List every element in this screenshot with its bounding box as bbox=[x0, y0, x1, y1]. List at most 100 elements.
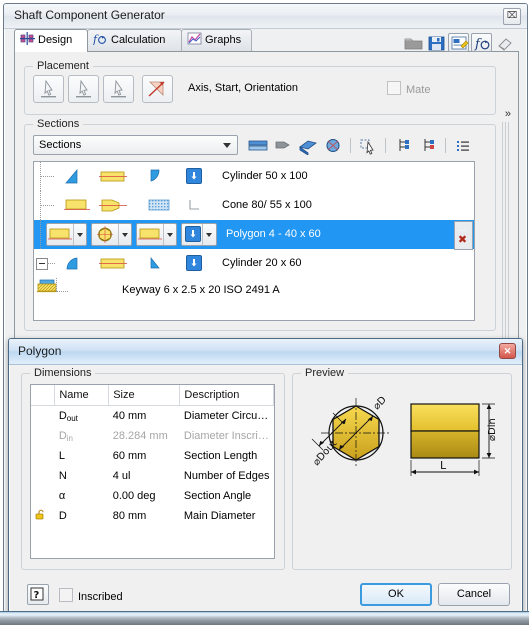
shape-body-icon bbox=[98, 255, 127, 272]
chevron-down-icon[interactable] bbox=[202, 224, 216, 245]
table-header-row: Name Size Description bbox=[31, 385, 274, 406]
tab-calculation-label: Calculation bbox=[111, 34, 166, 46]
chevron-down-icon[interactable] bbox=[118, 224, 131, 245]
sections-combo-value: Sections bbox=[39, 139, 82, 151]
table-row[interactable]: N 4 ul Number of Edges bbox=[31, 466, 274, 486]
fx-calc-icon[interactable]: f bbox=[471, 32, 492, 52]
table-row[interactable]: L 60 mm Section Length bbox=[31, 446, 274, 466]
inscribed-checkbox[interactable]: Inscribed bbox=[59, 588, 123, 603]
shape-body-icon bbox=[98, 197, 127, 214]
size-cell[interactable]: 40 mm bbox=[109, 406, 180, 427]
tree-right-icon[interactable] bbox=[417, 136, 439, 155]
size-cell[interactable]: 60 mm bbox=[109, 446, 180, 466]
section-start-editor[interactable] bbox=[46, 223, 87, 246]
unlock-icon[interactable] bbox=[35, 509, 46, 520]
chevron-down-icon[interactable] bbox=[163, 224, 176, 245]
inscribed-checkbox-box[interactable] bbox=[59, 588, 73, 602]
mate-checkbox-box[interactable] bbox=[387, 81, 401, 95]
ok-button[interactable]: OK bbox=[360, 583, 432, 606]
lock-cell[interactable] bbox=[31, 486, 55, 506]
section-direction-editor[interactable] bbox=[181, 223, 217, 246]
lock-cell[interactable] bbox=[31, 426, 55, 446]
list-icon[interactable] bbox=[452, 136, 474, 155]
list-item-selected[interactable]: Polygon 4 - 40 x 60 … ✖ bbox=[34, 220, 474, 250]
sections-combo[interactable]: Sections bbox=[33, 135, 238, 155]
open-folder-icon[interactable] bbox=[402, 33, 423, 52]
row-more-button[interactable]: … bbox=[455, 222, 470, 234]
tab-graphs[interactable]: Graphs bbox=[181, 29, 252, 51]
taskbar-strip bbox=[0, 611, 529, 625]
desc-cell: Section Angle bbox=[183, 490, 252, 502]
sections-legend: Sections bbox=[33, 118, 84, 130]
list-item-child[interactable]: Keyway 6 x 2.5 x 20 ISO 2491 A bbox=[34, 278, 474, 304]
lock-cell[interactable] bbox=[31, 466, 55, 486]
name-cell: N bbox=[55, 466, 109, 486]
eraser-icon[interactable] bbox=[494, 33, 515, 52]
lock-cell[interactable] bbox=[31, 506, 55, 526]
lock-cell[interactable] bbox=[31, 446, 55, 466]
edit-properties-icon[interactable] bbox=[448, 32, 469, 52]
shape-hatch-icon bbox=[146, 197, 174, 214]
shape-start-icon bbox=[62, 168, 90, 185]
desc-cell: Diameter Circu… bbox=[183, 410, 269, 422]
down-arrow-icon bbox=[186, 255, 202, 271]
dim-name: L bbox=[58, 449, 65, 462]
corner-mark-icon bbox=[186, 197, 202, 213]
down-arrow-icon bbox=[182, 224, 202, 245]
svg-text:⌀D: ⌀D bbox=[371, 394, 389, 412]
window-close-button[interactable]: ⌧ bbox=[503, 8, 521, 25]
desc-cell: Number of Edges bbox=[183, 470, 270, 482]
table-row[interactable]: D 80 mm Main Diameter bbox=[31, 506, 274, 526]
graph-icon bbox=[187, 32, 202, 45]
section-body-editor[interactable] bbox=[91, 223, 132, 246]
pick-icon[interactable] bbox=[357, 136, 379, 155]
dim-name: D bbox=[58, 429, 67, 442]
inscribed-label: Inscribed bbox=[78, 591, 123, 603]
insert-section-icon[interactable] bbox=[322, 136, 344, 155]
list-item[interactable]: Cone 80/ 55 x 100 bbox=[34, 191, 474, 220]
cancel-button[interactable]: Cancel bbox=[438, 583, 510, 606]
select-axis-button[interactable] bbox=[33, 75, 64, 103]
tree-line-h bbox=[47, 263, 55, 265]
insert-cylinder-icon[interactable] bbox=[247, 136, 269, 155]
table-row[interactable]: Din 28.284 mm Diameter Inscri… bbox=[31, 426, 274, 446]
fx-icon: f bbox=[92, 32, 108, 46]
insert-cone-icon[interactable] bbox=[272, 136, 294, 155]
list-item[interactable]: Cylinder 50 x 100 bbox=[34, 162, 474, 191]
tree-left-icon[interactable] bbox=[392, 136, 414, 155]
select-orientation-button[interactable] bbox=[103, 75, 134, 103]
name-cell: Din bbox=[55, 426, 109, 446]
expand-chevron-icon[interactable]: » bbox=[505, 108, 511, 120]
row-delete-button[interactable]: ✖ bbox=[455, 234, 470, 246]
flip-button[interactable] bbox=[142, 75, 173, 103]
table-row[interactable]: α 0.00 deg Section Angle bbox=[31, 486, 274, 506]
help-button[interactable]: ? bbox=[27, 584, 49, 605]
dialog-close-button[interactable]: ✕ bbox=[499, 343, 516, 359]
polygon-dialog: Polygon ✕ Dimensions Name Size Descripti… bbox=[8, 338, 523, 619]
chevron-down-icon[interactable] bbox=[73, 224, 86, 245]
dimensions-table[interactable]: Name Size Description Dout 40 mm Diamete… bbox=[30, 384, 275, 559]
lock-cell[interactable] bbox=[31, 406, 55, 427]
table-row[interactable]: Dout 40 mm Diameter Circu… bbox=[31, 406, 274, 427]
mate-checkbox[interactable]: Mate bbox=[387, 81, 430, 96]
tab-calculation[interactable]: f Calculation bbox=[87, 29, 182, 51]
dialog-titlebar: Polygon ✕ bbox=[9, 339, 522, 365]
list-item[interactable]: Cylinder 20 x 60 bbox=[34, 249, 474, 278]
row-action-buttons: … ✖ bbox=[454, 221, 473, 250]
list-item-label: Polygon 4 - 40 x 60 bbox=[226, 228, 321, 240]
select-start-button[interactable] bbox=[68, 75, 99, 103]
svg-text:?: ? bbox=[34, 590, 40, 601]
placement-status-text: Axis, Start, Orientation bbox=[188, 82, 299, 94]
tree-line-h bbox=[40, 176, 54, 178]
size-cell[interactable]: 4 ul bbox=[109, 466, 180, 486]
size-cell[interactable]: 0.00 deg bbox=[109, 486, 180, 506]
sections-list[interactable]: Cylinder 50 x 100 Cone 80/ 55 x 100 Poly… bbox=[33, 161, 475, 321]
col-lock bbox=[31, 385, 56, 406]
tab-design[interactable]: Design bbox=[14, 29, 88, 52]
tree-line-h bbox=[40, 205, 54, 207]
insert-polygon-icon[interactable] bbox=[297, 136, 319, 156]
save-icon[interactable] bbox=[425, 33, 446, 52]
size-cell[interactable]: 80 mm bbox=[109, 506, 180, 526]
section-end-editor[interactable] bbox=[136, 223, 177, 246]
dimensions-legend: Dimensions bbox=[30, 367, 96, 379]
